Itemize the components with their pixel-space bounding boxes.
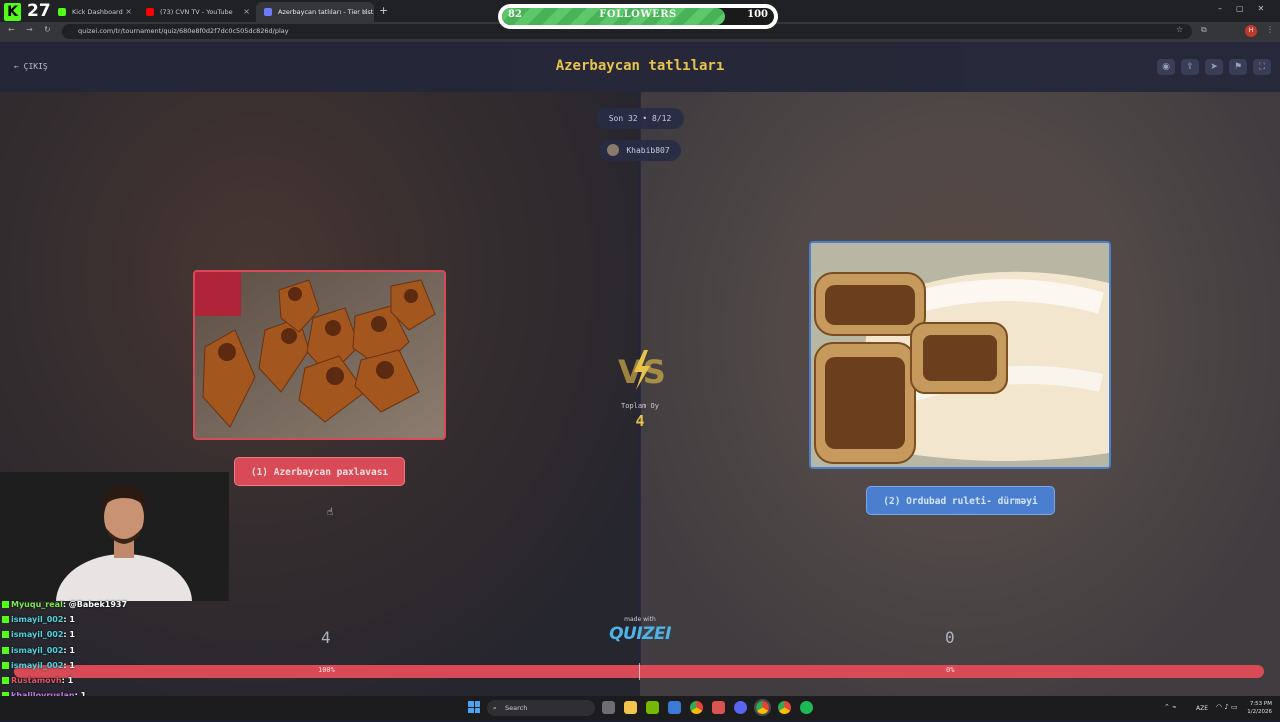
- extensions-icon[interactable]: ⧉: [1201, 25, 1207, 35]
- chat-message: Myuqu_real: @Babek1937: [0, 600, 240, 615]
- profile-avatar[interactable]: H: [1245, 25, 1257, 37]
- close-icon[interactable]: ×: [125, 4, 132, 20]
- option-right-label[interactable]: (2) Ordubad ruleti- dürməyi: [866, 486, 1055, 515]
- right-score: 0: [945, 628, 955, 647]
- discord-icon[interactable]: [734, 701, 747, 714]
- option-right-image[interactable]: [809, 241, 1111, 469]
- language-indicator[interactable]: AZE: [1196, 705, 1208, 712]
- back-arrow-icon[interactable]: ←: [8, 25, 15, 34]
- spotify-icon[interactable]: [800, 701, 813, 714]
- option-left-image[interactable]: [193, 270, 446, 440]
- chrome-active-icon[interactable]: [754, 699, 771, 716]
- page-title: Azerbaycan tatlıları: [555, 58, 725, 74]
- chat-text: 1: [69, 615, 75, 625]
- followers-goal-bar: 82 FOLLOWERS 100: [498, 4, 778, 29]
- user-badge: Khabib807: [599, 140, 681, 161]
- chat-message: ismayil_002: 1: [0, 661, 240, 676]
- network-volume-icons[interactable]: ◠ ♪ ▭: [1216, 703, 1238, 711]
- kick-logo: K: [4, 3, 21, 21]
- chat-text: @Babek1937: [68, 600, 128, 609]
- vs-icon: VS: [614, 350, 666, 391]
- bookmark-star-icon[interactable]: ☆: [1176, 25, 1183, 34]
- windows-start-icon[interactable]: [468, 701, 480, 713]
- chat-message: ismayil_002: 1: [0, 646, 240, 661]
- send-icon[interactable]: ➤: [1205, 59, 1223, 75]
- kick-counter: 27: [27, 1, 51, 21]
- close-icon[interactable]: ×: [243, 4, 250, 20]
- chat-text: 1: [67, 675, 74, 685]
- chat-username[interactable]: ismayil_002: [11, 661, 63, 670]
- followers-goal: 100: [747, 9, 768, 20]
- chat-badge-icon: [2, 646, 9, 654]
- tab-kick-dashboard[interactable]: Kick Dashboard ×: [50, 2, 138, 22]
- windows-taskbar: [0, 696, 1280, 720]
- tab-youtube[interactable]: (73) CVN TV - YouTube ×: [138, 2, 256, 22]
- progress-center-marker: [639, 663, 640, 680]
- youtube-favicon: [146, 8, 154, 16]
- baklava-image: [195, 272, 444, 438]
- kick-favicon: [58, 8, 66, 16]
- streamer-video: [0, 472, 229, 650]
- chat-username[interactable]: ismayil_002: [11, 630, 63, 639]
- left-score: 4: [321, 628, 331, 647]
- chat-text: 1: [69, 645, 75, 655]
- total-votes-label: Toplam Oy: [621, 402, 659, 410]
- mouse-cursor: ☝: [327, 507, 334, 518]
- chat-message: ismayil_002: 1: [0, 630, 240, 645]
- calendar-icon[interactable]: [712, 701, 725, 714]
- search-icon: ⌕: [493, 704, 497, 712]
- forward-arrow-icon[interactable]: →: [26, 25, 33, 34]
- chat-message: ismayil_002: 1: [0, 615, 240, 630]
- chat-username[interactable]: ismayil_002: [11, 646, 63, 655]
- menu-icon[interactable]: ⋮: [1266, 25, 1274, 34]
- made-with-label: made with: [624, 616, 656, 623]
- webcam-overlay: [0, 472, 229, 650]
- chrome-icon[interactable]: [690, 701, 703, 714]
- chat-message: Rustamovh: 1: [0, 676, 240, 691]
- right-percent: 0%: [946, 666, 955, 674]
- window-controls[interactable]: –▢✕: [1218, 4, 1278, 13]
- chat-text: 1: [69, 630, 75, 640]
- option-left-label[interactable]: (1) Azerbaycan paxlavası: [234, 457, 405, 486]
- quizei-logo[interactable]: QUIZEI: [604, 624, 676, 644]
- task-view-icon[interactable]: [602, 701, 615, 714]
- store-icon[interactable]: [668, 701, 681, 714]
- fullscreen-icon[interactable]: ⛶: [1253, 59, 1271, 75]
- chat-username[interactable]: ismayil_002: [11, 615, 63, 624]
- chat-badge-icon: [2, 631, 9, 639]
- new-tab-button[interactable]: +: [379, 4, 388, 17]
- avatar: [607, 144, 619, 156]
- chat-username[interactable]: Myuqu_real: [11, 600, 63, 609]
- followers-label: FOLLOWERS: [599, 9, 677, 20]
- chat-username[interactable]: Rustamovh: [11, 676, 62, 685]
- chrome-alt-icon[interactable]: [778, 701, 791, 714]
- quizei-favicon: [264, 8, 272, 16]
- chat-badge-icon: [2, 616, 9, 624]
- total-votes-value: 4: [635, 412, 645, 430]
- left-percent: 100%: [318, 666, 335, 674]
- chat-badge-icon: [2, 676, 9, 684]
- close-icon[interactable]: ×: [361, 4, 368, 20]
- system-clock[interactable]: 7:53 PM 1/2/2026: [1244, 700, 1272, 716]
- flag-icon[interactable]: ⚑: [1229, 59, 1247, 75]
- taskbar-search[interactable]: ⌕ Search: [487, 700, 595, 716]
- file-explorer-icon[interactable]: [624, 701, 637, 714]
- chat-text: 1: [69, 660, 75, 670]
- share-icon[interactable]: ⇪: [1181, 59, 1199, 75]
- nvidia-icon[interactable]: [646, 701, 659, 714]
- chat-badge-icon: [2, 661, 9, 669]
- round-badge: Son 32 • 8/12: [596, 108, 684, 129]
- eye-icon[interactable]: ◉: [1157, 59, 1175, 75]
- tray-icons[interactable]: ⌃ ⌁: [1164, 703, 1176, 711]
- dessert-roll-image: [811, 243, 1109, 467]
- reload-icon[interactable]: ↻: [44, 25, 51, 34]
- tab-quizei[interactable]: Azerbaycan tatlıları - Tier List, ... ×: [256, 2, 374, 22]
- chat-badge-icon: [2, 601, 9, 608]
